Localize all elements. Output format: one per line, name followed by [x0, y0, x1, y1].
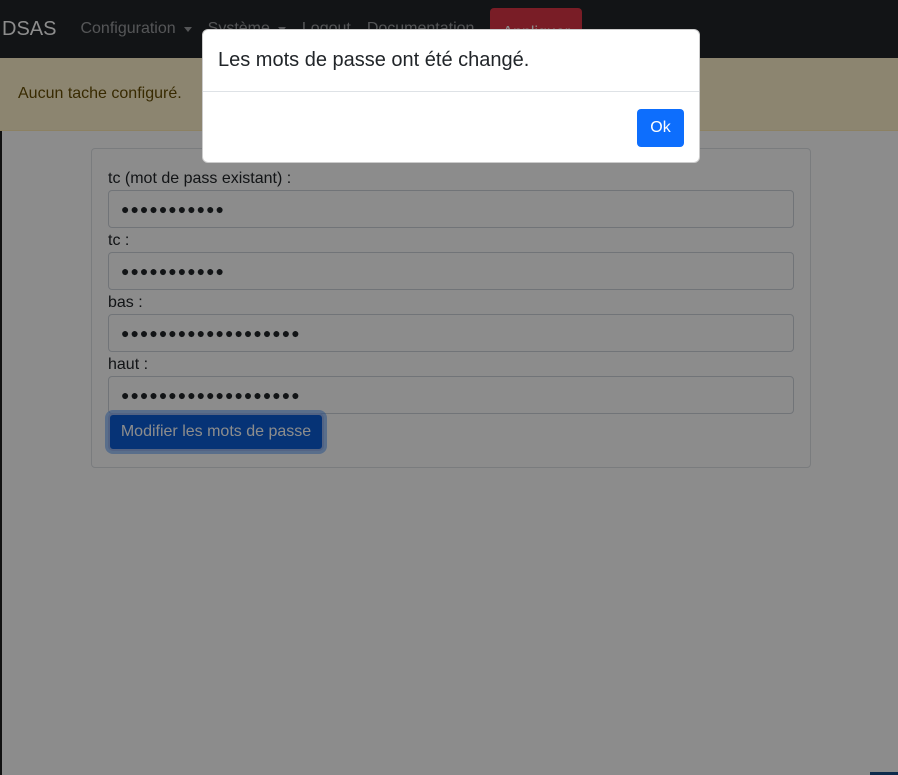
page: DSAS Configuration Système Logout Docume…: [0, 0, 898, 775]
modal-body: Les mots de passe ont été changé.: [203, 30, 699, 92]
modal-message: Les mots de passe ont été changé.: [218, 49, 530, 71]
ok-button[interactable]: Ok: [637, 109, 684, 147]
confirmation-modal: Les mots de passe ont été changé. Ok: [202, 29, 700, 163]
